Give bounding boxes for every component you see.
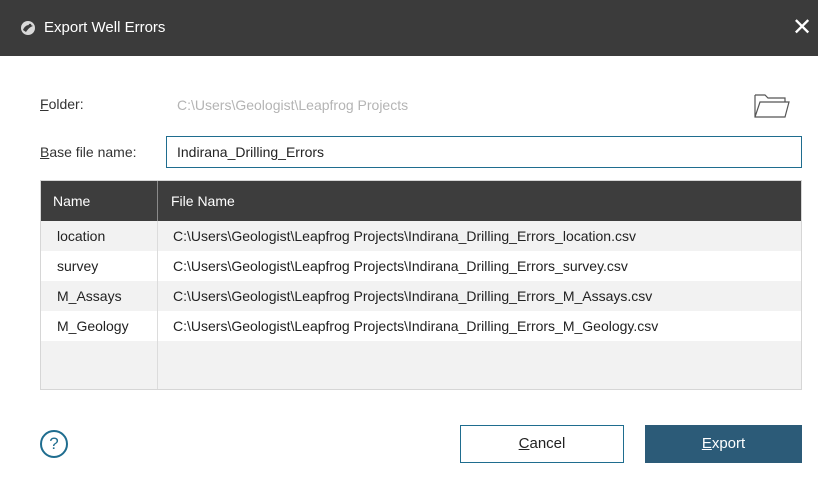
close-icon[interactable]: ✕ <box>790 14 814 42</box>
title-bar: Export Well Errors ✕ <box>0 0 818 56</box>
folder-label: Folder: <box>40 96 84 112</box>
table-cell-name: survey <box>57 258 99 274</box>
folder-field[interactable]: C:\Users\Geologist\Leapfrog Projects <box>166 89 736 119</box>
export-files-table: Name File Name location C:\Users\Geologi… <box>40 180 802 390</box>
table-row[interactable]: survey C:\Users\Geologist\Leapfrog Proje… <box>41 251 801 281</box>
column-header-name[interactable]: Name <box>53 181 90 221</box>
folder-label-accelerator: F <box>40 96 49 112</box>
table-row[interactable]: M_Geology C:\Users\Geologist\Leapfrog Pr… <box>41 311 801 341</box>
table-cell-file-name: C:\Users\Geologist\Leapfrog Projects\Ind… <box>173 228 636 244</box>
table-cell-file-name: C:\Users\Geologist\Leapfrog Projects\Ind… <box>173 288 653 304</box>
export-button-label: xport <box>711 435 746 452</box>
table-row[interactable]: location C:\Users\Geologist\Leapfrog Pro… <box>41 221 801 251</box>
column-divider[interactable] <box>157 181 158 221</box>
window-title: Export Well Errors <box>44 19 166 36</box>
base-file-name-input[interactable] <box>166 136 802 168</box>
cancel-button-accelerator: C <box>518 435 530 452</box>
table-cell-file-name: C:\Users\Geologist\Leapfrog Projects\Ind… <box>173 318 659 334</box>
cancel-button[interactable]: Cancel <box>460 425 624 463</box>
leapfrog-logo-icon <box>21 21 35 35</box>
help-icon[interactable]: ? <box>40 430 68 458</box>
table-cell-name: location <box>57 228 106 244</box>
column-header-file-name[interactable]: File Name <box>171 181 235 221</box>
base-file-name-label-accelerator: B <box>40 144 50 160</box>
cancel-button-label: ancel <box>529 435 566 452</box>
export-button-accelerator: E <box>701 435 712 452</box>
table-header: Name File Name <box>41 181 801 221</box>
export-button[interactable]: Export <box>645 425 802 463</box>
base-file-name-label-text: ase file name: <box>49 144 137 160</box>
folder-label-text: older: <box>48 96 84 112</box>
table-row[interactable]: M_Assays C:\Users\Geologist\Leapfrog Pro… <box>41 281 801 311</box>
table-cell-name: M_Geology <box>57 318 129 334</box>
folder-icon[interactable] <box>752 90 792 120</box>
table-cell-name: M_Assays <box>57 288 122 304</box>
table-cell-file-name: C:\Users\Geologist\Leapfrog Projects\Ind… <box>173 258 628 274</box>
base-file-name-label: Base file name: <box>40 144 137 160</box>
column-separator <box>157 221 158 389</box>
table-row-empty <box>41 341 801 371</box>
